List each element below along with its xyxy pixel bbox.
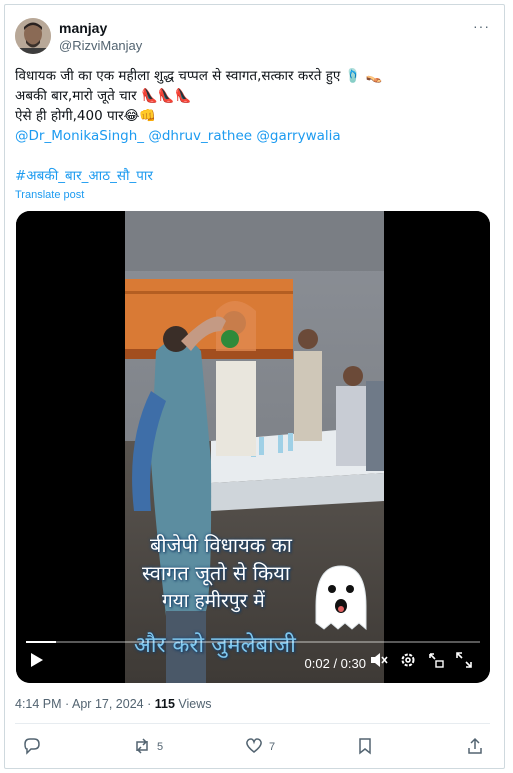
mentions-line: @Dr_MonikaSingh_ @dhruv_rathee @garrywal…	[15, 126, 490, 146]
post-line-1: विधायक जी का एक महीला शुद्ध चप्पल से स्व…	[15, 66, 490, 86]
repost-button[interactable]: 5	[133, 736, 163, 758]
post-line-2-text: अबकी बार,मारो जूते चार	[15, 88, 137, 104]
video-time: 0:02 / 0:30	[304, 656, 366, 671]
mention-link[interactable]: @dhruv_rathee	[148, 128, 252, 144]
more-options-icon[interactable]: ···	[473, 18, 490, 34]
reply-button[interactable]	[23, 736, 47, 758]
settings-gear-icon[interactable]	[400, 652, 416, 673]
video-progress-track[interactable]	[26, 641, 480, 643]
post-date[interactable]: Apr 17, 2024	[72, 697, 144, 711]
repost-icon	[133, 737, 151, 758]
ghost-emoji	[315, 565, 367, 631]
post-time[interactable]: 4:14 PM	[15, 697, 62, 711]
mention-link[interactable]: @Dr_MonikaSingh_	[15, 128, 144, 144]
hashtag-link[interactable]: #अबकी_बार_आठ_सौ_पार	[15, 168, 153, 184]
heart-icon	[245, 737, 263, 758]
play-icon[interactable]	[30, 652, 44, 673]
video-progress-fill	[26, 641, 57, 643]
fullscreen-icon[interactable]	[456, 652, 472, 673]
post-line-2: अबकी बार,मारो जूते चार 👠👠👠	[15, 86, 490, 106]
bookmark-icon	[357, 737, 373, 758]
video-controls: 0:02 / 0:30	[16, 633, 490, 683]
translate-post-link[interactable]: Translate post	[15, 189, 84, 201]
views-count: 115	[154, 697, 175, 711]
share-button[interactable]	[467, 736, 483, 758]
post-line-3-text: ऐसे ही होगी,400 पार	[15, 108, 124, 124]
video-caption-line-2: स्वागत जूतो से किया	[142, 561, 291, 585]
mute-icon[interactable]	[370, 652, 388, 673]
tweet-header: manjay @RizviManjay ···	[15, 16, 490, 58]
mention-link[interactable]: @garrywalia	[256, 128, 340, 144]
post-line-1-text: विधायक जी का एक महीला शुद्ध चप्पल से स्व…	[15, 68, 341, 84]
meta-separator: ·	[65, 697, 70, 711]
hashtag-line: #अबकी_बार_आठ_सौ_पार	[15, 166, 490, 186]
video-caption-line-3: गया हमीरपुर में	[162, 590, 265, 612]
divider	[15, 723, 490, 724]
like-button[interactable]: 7	[245, 736, 275, 758]
avatar-image	[15, 18, 51, 54]
bookmark-button[interactable]	[357, 736, 373, 758]
sandal-emoji: 🩴 👡	[344, 68, 383, 84]
reply-icon	[23, 737, 41, 758]
share-icon	[467, 737, 483, 758]
author-handle[interactable]: @RizviManjay	[59, 37, 142, 55]
avatar[interactable]	[15, 18, 51, 54]
video-player[interactable]: बीजेपी विधायक का स्वागत जूतो से किया गया…	[16, 211, 490, 683]
post-line-3: ऐसे ही होगी,400 पार😂👊	[15, 106, 490, 126]
shoe-emoji: 👠👠👠	[140, 88, 192, 104]
author-display-name[interactable]: manjay	[59, 19, 142, 37]
action-bar: 5 7	[15, 736, 490, 760]
views-label: Views	[178, 697, 212, 711]
laugh-punch-emoji: 😂👊	[123, 108, 157, 124]
video-caption-line-1: बीजेपी विधायक का	[150, 533, 292, 557]
like-count: 7	[269, 741, 276, 753]
post-meta: 4:14 PM · Apr 17, 2024 · 115 Views	[15, 697, 212, 711]
repost-count: 5	[157, 741, 164, 753]
picture-in-picture-icon[interactable]	[428, 652, 444, 673]
post-text: विधायक जी का एक महीला शुद्ध चप्पल से स्व…	[15, 66, 490, 186]
meta-separator: ·	[147, 697, 152, 711]
